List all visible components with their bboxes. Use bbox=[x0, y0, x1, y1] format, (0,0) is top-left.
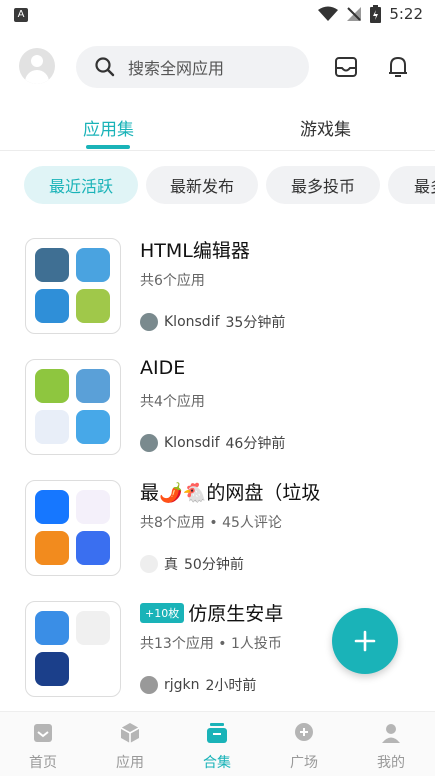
collection-title: +10枚 仿原生安卓 bbox=[140, 599, 283, 626]
nav-label: 应用 bbox=[116, 755, 144, 771]
filter-chips: 最近活跃 最新发布 最多投币 最多 bbox=[0, 166, 435, 206]
add-button[interactable] bbox=[332, 608, 398, 674]
author-name: Klonsdif bbox=[164, 314, 220, 330]
search-bar[interactable]: 搜索全网应用 bbox=[76, 46, 309, 88]
app-icon bbox=[76, 652, 110, 686]
author-avatar bbox=[140, 555, 158, 573]
app-icon-grid bbox=[25, 238, 121, 334]
nav-square[interactable]: 广场 bbox=[274, 722, 334, 772]
chip-most-coins[interactable]: 最多投币 bbox=[266, 166, 380, 204]
search-icon bbox=[95, 57, 115, 77]
app-icon bbox=[76, 410, 110, 444]
collection-meta: 共8个应用 • 45人评论 bbox=[140, 515, 282, 531]
avatar[interactable] bbox=[19, 48, 55, 84]
app-icon bbox=[35, 248, 69, 282]
chip-most-more[interactable]: 最多 bbox=[388, 166, 435, 204]
updated-time: 50分钟前 bbox=[184, 557, 244, 573]
status-time: 5:22 bbox=[389, 5, 423, 23]
search-placeholder: 搜索全网应用 bbox=[128, 59, 225, 78]
chat-icon bbox=[295, 723, 313, 741]
author-name: 真 bbox=[164, 557, 178, 573]
app-icon bbox=[76, 369, 110, 403]
coin-badge: +10枚 bbox=[140, 603, 185, 623]
app-icon bbox=[35, 490, 69, 524]
collection-title-text: 仿原生安卓 bbox=[188, 603, 284, 625]
app-icon bbox=[35, 531, 69, 565]
author-avatar bbox=[140, 434, 158, 452]
app-icon bbox=[35, 652, 69, 686]
inbox-icon[interactable] bbox=[333, 54, 359, 80]
notification-icon: A bbox=[14, 8, 28, 22]
app-icon bbox=[76, 531, 110, 565]
home-icon bbox=[34, 724, 52, 742]
status-right: 5:22 bbox=[318, 5, 423, 23]
user-icon bbox=[382, 724, 400, 743]
list-item[interactable]: AIDE 共4个应用 Klonsdif 46分钟前 bbox=[0, 357, 435, 477]
collection-author: Klonsdif 46分钟前 bbox=[140, 433, 285, 453]
app-icon-grid bbox=[25, 359, 121, 455]
updated-time: 35分钟前 bbox=[225, 315, 286, 331]
list-item[interactable]: HTML编辑器 共6个应用 Klonsdif 35分钟前 bbox=[0, 238, 435, 356]
nav-label: 广场 bbox=[290, 755, 318, 771]
nav-label: 首页 bbox=[29, 755, 57, 771]
bell-icon[interactable] bbox=[385, 54, 411, 80]
app-icon bbox=[76, 248, 110, 282]
cube-icon bbox=[120, 723, 140, 743]
app-icon bbox=[35, 369, 69, 403]
author-name: Klonsdif bbox=[164, 435, 220, 451]
collection-title: 最🌶️🐔的网盘（垃圾 bbox=[140, 482, 321, 504]
app-icon bbox=[35, 611, 69, 645]
collection-tabs: 应用集 游戏集 bbox=[0, 100, 435, 151]
nav-home[interactable]: 首页 bbox=[13, 722, 73, 772]
app-icon bbox=[76, 611, 110, 645]
nav-label: 合集 bbox=[203, 755, 231, 771]
collection-meta: 共4个应用 bbox=[140, 394, 205, 410]
updated-time: 46分钟前 bbox=[225, 436, 286, 452]
app-icon bbox=[35, 410, 69, 444]
app-icon-grid bbox=[25, 601, 121, 697]
app-icon bbox=[76, 289, 110, 323]
tab-app-collections[interactable]: 应用集 bbox=[83, 115, 134, 140]
collection-author: Klonsdif 35分钟前 bbox=[140, 312, 285, 332]
author-avatar bbox=[140, 676, 158, 694]
app-icon bbox=[76, 490, 110, 524]
nav-apps[interactable]: 应用 bbox=[100, 722, 160, 772]
app-icon bbox=[35, 289, 69, 323]
tab-game-collections[interactable]: 游戏集 bbox=[300, 115, 351, 140]
list-item[interactable]: 最🌶️🐔的网盘（垃圾 共8个应用 • 45人评论 真 50分钟前 bbox=[0, 480, 435, 598]
battery-charging-icon bbox=[370, 5, 382, 23]
nav-me[interactable]: 我的 bbox=[361, 722, 421, 772]
signal-off-icon bbox=[347, 7, 362, 21]
plus-icon bbox=[354, 630, 376, 652]
collection-author: rjgkn 2小时前 bbox=[140, 675, 256, 695]
collection-meta: 共6个应用 bbox=[140, 273, 205, 289]
collection-title: HTML编辑器 bbox=[140, 240, 250, 262]
chip-latest[interactable]: 最新发布 bbox=[146, 166, 258, 204]
top-bar: 搜索全网应用 bbox=[0, 38, 435, 94]
bottom-nav: 首页 应用 合集 广场 我的 bbox=[0, 711, 435, 776]
updated-time: 2小时前 bbox=[205, 678, 257, 694]
author-avatar bbox=[140, 313, 158, 331]
collection-author: 真 50分钟前 bbox=[140, 554, 244, 574]
chip-recent-active[interactable]: 最近活跃 bbox=[24, 166, 138, 204]
tab-indicator bbox=[86, 145, 130, 149]
collection-icon bbox=[207, 723, 227, 743]
nav-label: 我的 bbox=[377, 755, 405, 771]
app-icon-grid bbox=[25, 480, 121, 576]
collection-title: AIDE bbox=[140, 357, 186, 379]
wifi-icon bbox=[318, 6, 339, 21]
nav-collections[interactable]: 合集 bbox=[187, 722, 247, 772]
author-name: rjgkn bbox=[164, 677, 200, 693]
collection-meta: 共13个应用 • 1人投币 bbox=[140, 636, 282, 652]
status-bar: A 5:22 bbox=[0, 0, 435, 30]
